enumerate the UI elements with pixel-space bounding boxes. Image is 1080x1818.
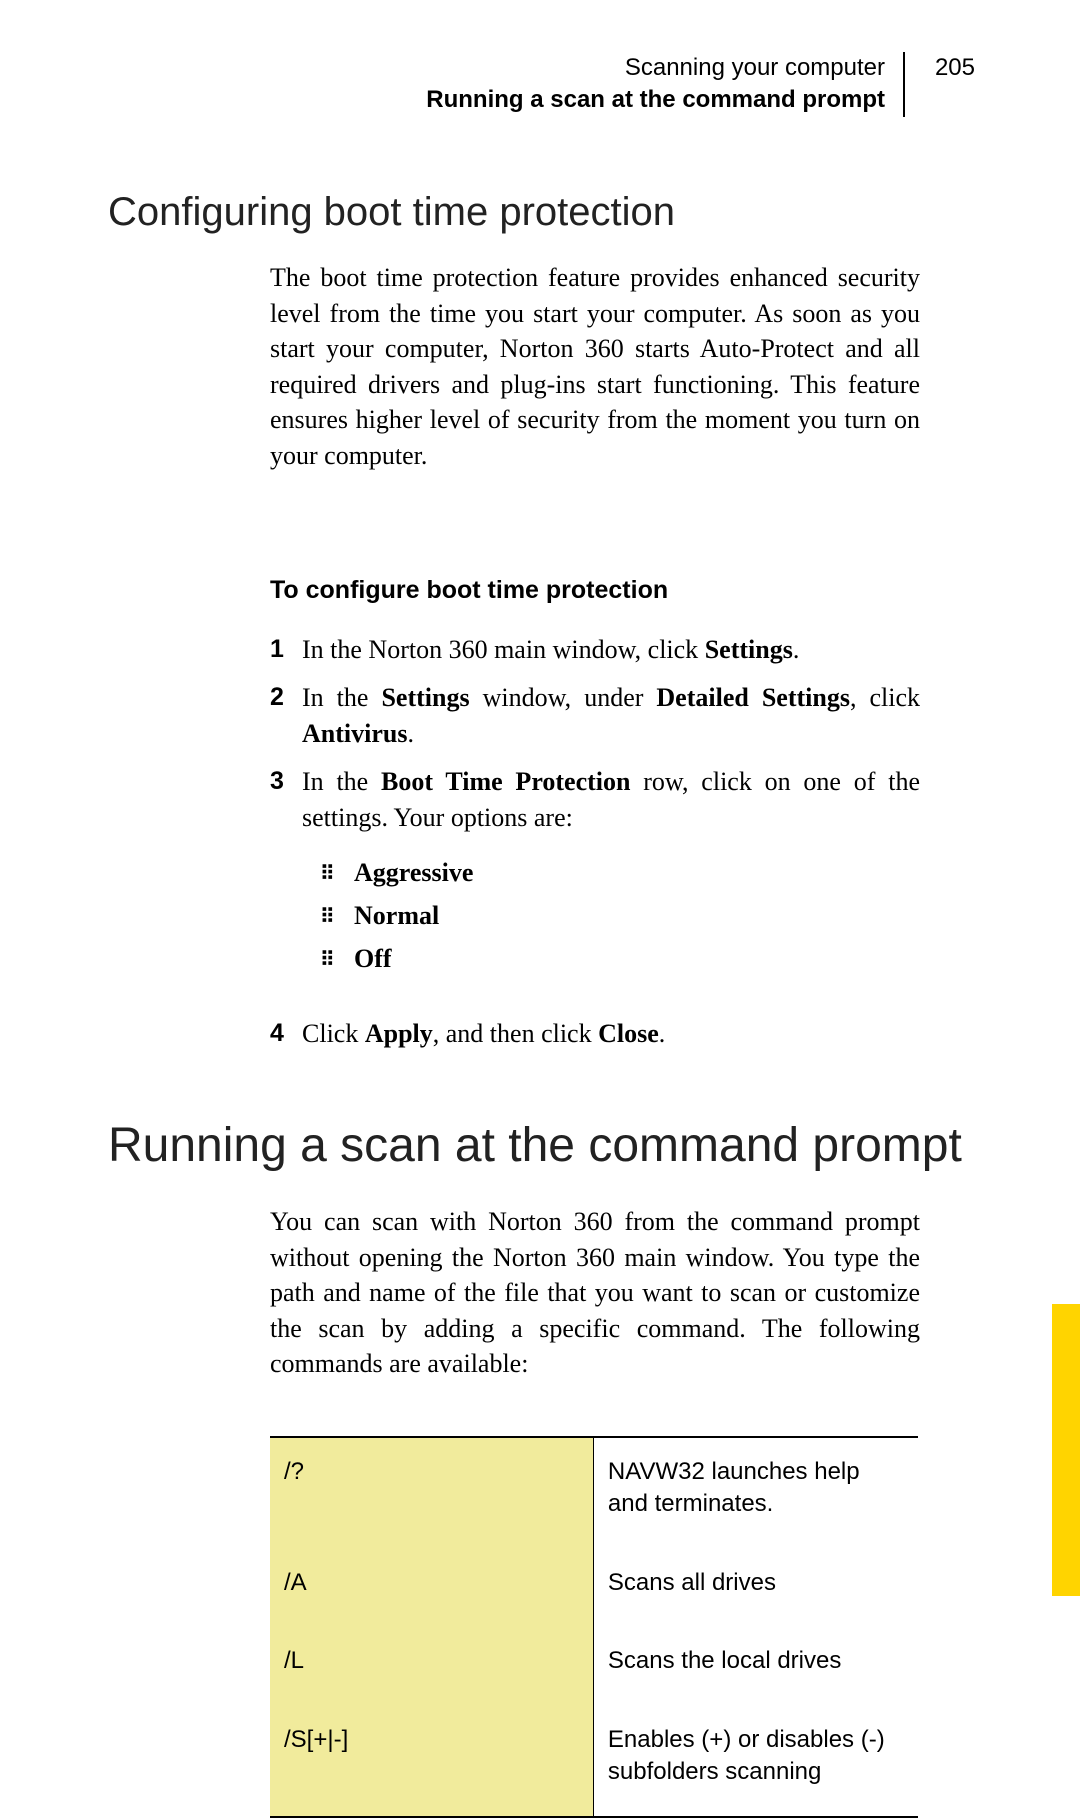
heading-running-scan-cmd: Running a scan at the command prompt — [108, 1118, 962, 1173]
section1-intro: The boot time protection feature provide… — [270, 260, 920, 474]
command-cell: /? — [270, 1437, 593, 1549]
description-cell: Scans the local drives — [593, 1627, 918, 1705]
step-number: 1 — [270, 632, 284, 667]
bullet-icon: ⠿ — [320, 944, 354, 977]
option-normal: ⠿Normal — [320, 895, 920, 938]
thumb-tab — [1052, 1304, 1080, 1596]
command-cell: /A — [270, 1549, 593, 1627]
step-text: In the Boot Time Protection row, click o… — [302, 764, 920, 837]
procedure-title: To configure boot time protection — [270, 576, 668, 605]
command-cell: /L — [270, 1627, 593, 1705]
table-row: /A Scans all drives — [270, 1549, 918, 1627]
section2-intro: You can scan with Norton 360 from the co… — [270, 1204, 920, 1382]
header-section: Running a scan at the command prompt — [426, 84, 905, 116]
step-text: Click Apply, and then click Close. — [302, 1016, 920, 1052]
step-number: 2 — [270, 680, 284, 715]
table-row: /S[+|-] Enables (+) or disables (-) subf… — [270, 1706, 918, 1818]
bullet-icon: ⠿ — [320, 858, 354, 891]
table-row: /? NAVW32 launches help and terminates. — [270, 1437, 918, 1549]
heading-configuring-boot-time: Configuring boot time protection — [108, 190, 675, 235]
table-row: /L Scans the local drives — [270, 1627, 918, 1705]
step-text: In the Norton 360 main window, click Set… — [302, 632, 920, 668]
page-number: 205 — [935, 52, 975, 84]
step-3: 3 In the Boot Time Protection row, click… — [270, 764, 920, 837]
option-aggressive: ⠿Aggressive — [320, 852, 920, 895]
step-2: 2 In the Settings window, under Detailed… — [270, 680, 920, 753]
bullet-icon: ⠿ — [320, 901, 354, 934]
description-cell: NAVW32 launches help and terminates. — [593, 1437, 918, 1549]
step-number: 3 — [270, 764, 284, 799]
step-4: 4 Click Apply, and then click Close. — [270, 1016, 920, 1052]
command-cell: /S[+|-] — [270, 1706, 593, 1818]
description-cell: Scans all drives — [593, 1549, 918, 1627]
step-text: In the Settings window, under Detailed S… — [302, 680, 920, 753]
step-1: 1 In the Norton 360 main window, click S… — [270, 632, 920, 668]
command-table: /? NAVW32 launches help and terminates. … — [270, 1436, 918, 1818]
step-3-options: ⠿Aggressive ⠿Normal ⠿Off — [320, 852, 920, 981]
header-chapter: Scanning your computer — [625, 54, 885, 81]
option-off: ⠿Off — [320, 938, 920, 981]
step-number: 4 — [270, 1016, 284, 1051]
running-header: Scanning your computer Running a scan at… — [426, 52, 905, 117]
description-cell: Enables (+) or disables (-) subfolders s… — [593, 1706, 918, 1818]
